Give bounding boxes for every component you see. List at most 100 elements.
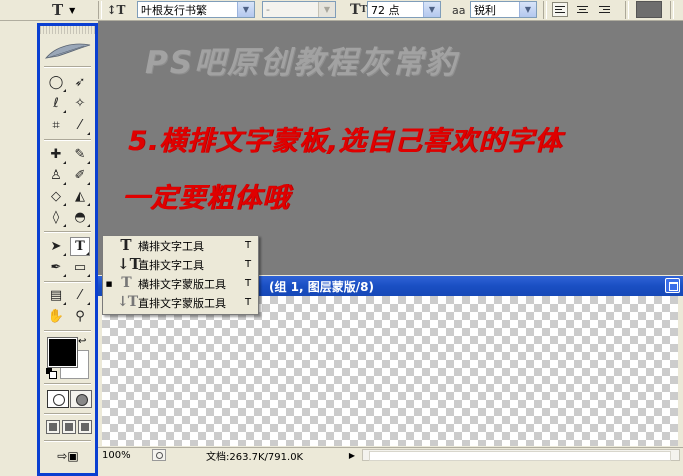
tool-preset-picker[interactable]: T ▼ xyxy=(52,0,94,20)
horizontal-type-tool-icon: T xyxy=(52,1,64,19)
divider xyxy=(98,1,102,19)
blur-icon[interactable]: ◊ xyxy=(46,208,66,227)
divider xyxy=(543,1,547,19)
document-title: (组 1, 图层蒙版/8) xyxy=(269,279,374,294)
divider xyxy=(44,139,91,141)
type-tool-icon[interactable]: T xyxy=(70,237,90,256)
divider xyxy=(44,330,91,332)
healing-brush-icon[interactable]: ✚ xyxy=(46,145,66,164)
antialias-select[interactable]: 锐利 ▼ xyxy=(470,1,537,18)
chevron-down-icon[interactable]: ▼ xyxy=(237,2,254,17)
bottom-strip xyxy=(98,463,683,476)
align-left-icon[interactable] xyxy=(552,2,568,17)
horizontal-type-mask-icon: T xyxy=(121,275,131,291)
font-style-select[interactable]: - ▼ xyxy=(262,1,336,18)
font-size-select[interactable]: 72 点 ▼ xyxy=(367,1,441,18)
maximize-icon[interactable] xyxy=(665,278,680,293)
full-screen-mode-icon[interactable] xyxy=(78,420,92,434)
move-icon[interactable]: ➶ xyxy=(70,73,90,92)
standard-mode-icon[interactable] xyxy=(47,390,69,408)
document-info: 文档:263.7K/791.0K xyxy=(206,452,304,463)
align-center-icon[interactable] xyxy=(574,2,590,17)
brush-icon[interactable]: ✎ xyxy=(70,145,90,164)
antialias-icon-label: aa xyxy=(452,3,466,17)
flyout-item-shortcut: T xyxy=(245,278,252,289)
divider xyxy=(625,1,629,19)
selected-bullet: ■ xyxy=(105,279,113,288)
marquee-icon[interactable]: ◯ xyxy=(46,73,66,92)
foreground-color-swatch-top[interactable] xyxy=(47,337,78,368)
standard-screen-mode-icon[interactable] xyxy=(46,420,60,434)
align-right-icon[interactable] xyxy=(596,2,612,17)
document-status-bar: 100% 文档:263.7K/791.0K ▶ xyxy=(98,447,683,463)
divider xyxy=(44,383,91,385)
font-size-value: 72 点 xyxy=(371,3,400,17)
dodge-icon[interactable]: ◓ xyxy=(70,208,90,227)
flyout-item-label: 横排文字蒙版工具 xyxy=(138,277,226,291)
flyout-item-horizontal-type-mask[interactable]: ■ T 横排文字蒙版工具 T xyxy=(103,274,258,293)
path-selection-icon[interactable]: ➤ xyxy=(46,237,66,256)
hand-icon[interactable]: ✋ xyxy=(46,307,66,326)
lasso-icon[interactable]: ℓ xyxy=(46,94,66,113)
font-family-value: 叶根友行书繁 xyxy=(141,3,207,17)
flyout-item-shortcut: T xyxy=(245,297,252,308)
full-screen-menu-mode-icon[interactable] xyxy=(62,420,76,434)
tools-palette: ◯ ➶ ℓ ✧ ⌗ ⁄ ✚ ✎ ♙ ✐ ◇ ◭ ◊ ◓ ➤ T ✒ ▭ ▤ ⁄ … xyxy=(37,23,98,476)
flyout-item-label: 直排文字蒙版工具 xyxy=(138,296,226,310)
font-family-select[interactable]: 叶根友行书繁 ▼ xyxy=(137,1,255,18)
flyout-item-horizontal-type[interactable]: T 横排文字工具 T xyxy=(103,236,258,255)
flyout-item-label: 直排文字工具 xyxy=(138,258,204,272)
divider xyxy=(44,66,91,68)
zoom-level[interactable]: 100% xyxy=(102,448,131,463)
flyout-item-shortcut: T xyxy=(245,240,252,251)
chevron-down-icon[interactable]: ▼ xyxy=(423,2,440,17)
swap-colors-icon[interactable]: ↩ xyxy=(78,336,86,347)
transparent-canvas[interactable] xyxy=(102,296,678,446)
divider xyxy=(44,440,91,442)
chevron-down-icon[interactable]: ▼ xyxy=(318,2,335,17)
type-tool-flyout-menu: T 横排文字工具 T ↓T 直排文字工具 T ■ T 横排文字蒙版工具 T ↓T… xyxy=(102,235,259,315)
rectangle-shape-icon[interactable]: ▭ xyxy=(70,258,90,277)
quick-mask-icon[interactable] xyxy=(70,390,92,408)
paint-bucket-icon[interactable]: ◭ xyxy=(70,187,90,206)
divider xyxy=(44,231,91,233)
palette-grip[interactable] xyxy=(40,26,95,34)
divider xyxy=(670,1,674,19)
magic-wand-icon[interactable]: ✧ xyxy=(70,94,90,113)
jump-to-imageready-icon[interactable]: ⇨▣ xyxy=(48,446,88,466)
divider xyxy=(44,413,91,415)
flyout-item-vertical-type-mask[interactable]: ↓T 直排文字蒙版工具 T xyxy=(103,293,258,312)
vertical-type-icon: ↓T xyxy=(117,255,141,273)
crop-icon[interactable]: ⌗ xyxy=(46,116,66,135)
text-orientation-icon[interactable]: ↕T xyxy=(105,0,127,20)
divider xyxy=(44,281,91,283)
default-colors-icon[interactable] xyxy=(46,368,57,379)
history-brush-icon[interactable]: ✐ xyxy=(70,166,90,185)
chevron-down-icon: ▼ xyxy=(69,5,76,15)
flyout-item-label: 横排文字工具 xyxy=(138,239,204,253)
instruction-line-2: 一定要粗体哦 xyxy=(122,183,290,214)
flyout-item-vertical-type[interactable]: ↓T 直排文字工具 T xyxy=(103,255,258,274)
horizontal-scrollbar[interactable] xyxy=(362,449,680,461)
instruction-line-1: 5.横排文字蒙板,选自己喜欢的字体 xyxy=(128,126,563,157)
photoshop-feather-icon[interactable] xyxy=(44,42,92,62)
chevron-down-icon[interactable]: ▼ xyxy=(519,2,536,17)
vertical-type-mask-icon: ↓T xyxy=(117,294,138,310)
status-menu-arrow-icon[interactable]: ▶ xyxy=(346,449,358,461)
antialias-icon: aa xyxy=(452,1,465,19)
options-bar: T ▼ ↕T 叶根友行书繁 ▼ - ▼ TT 72 点 ▼ aa 锐利 ▼ xyxy=(0,0,683,21)
pen-icon[interactable]: ✒ xyxy=(46,258,66,277)
navigator-icon[interactable] xyxy=(152,449,166,461)
antialias-value: 锐利 xyxy=(474,3,496,17)
zoom-icon[interactable]: ⚲ xyxy=(70,307,90,326)
horizontal-type-icon: T xyxy=(120,236,132,254)
scrollbar-thumb[interactable] xyxy=(369,451,671,461)
notes-icon[interactable]: ▤ xyxy=(46,286,66,305)
clone-stamp-icon[interactable]: ♙ xyxy=(46,166,66,185)
font-size-icon: TT xyxy=(350,2,368,18)
eraser-icon[interactable]: ◇ xyxy=(46,187,66,206)
slice-icon[interactable]: ⁄ xyxy=(70,116,90,135)
eyedropper-icon[interactable]: ⁄ xyxy=(70,286,90,305)
text-color-swatch[interactable] xyxy=(636,1,662,18)
font-style-value: - xyxy=(266,3,270,16)
